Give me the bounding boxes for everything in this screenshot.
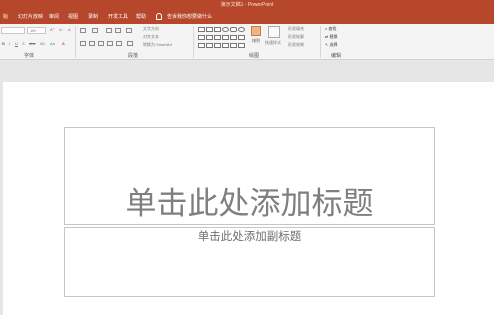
replace-label: 替换 (329, 34, 338, 39)
tab-developer[interactable]: 开发工具 (108, 11, 128, 24)
ribbon-tabs: 始 幻灯片放映 审阅 视图 录制 开发工具 帮助 告诉我你想要做什么 (0, 11, 494, 24)
line-shape-icon[interactable] (206, 27, 213, 32)
group-label-font: 字体 (24, 53, 35, 59)
title-placeholder[interactable]: 单击此处添加标题 (64, 127, 435, 225)
brace-shape-icon[interactable] (206, 43, 213, 48)
title-placeholder-text: 单击此处添加标题 (125, 186, 374, 221)
font-color-icon[interactable]: A (62, 41, 65, 47)
align-text-button[interactable]: 对齐文本 (143, 34, 159, 40)
shape-fill-button[interactable]: 形状填充 (288, 26, 304, 32)
align-center-icon[interactable] (89, 41, 95, 46)
ribbon: 18+ A⁺ A⁻ A B I U S abc AV Aa A 字体 文字方向 … (0, 24, 494, 60)
textbox-shape-icon[interactable] (198, 27, 205, 32)
text-direction-button[interactable]: 文字方向 (143, 26, 159, 32)
star-shape-icon[interactable] (238, 35, 245, 40)
group-separator (193, 26, 194, 58)
shape-outline-button[interactable]: 形状轮廓 (288, 34, 304, 40)
shrink-font-icon[interactable]: A⁻ (59, 27, 64, 33)
window-title: 演示文稿1 - PowerPoint (220, 2, 274, 8)
find-button[interactable]: ⌕ 查找 (325, 26, 336, 32)
oval-shape-icon[interactable] (222, 27, 229, 32)
grow-font-icon[interactable]: A⁺ (50, 27, 55, 33)
more-shapes-icon[interactable] (238, 43, 245, 48)
quick-styles-icon[interactable] (268, 26, 280, 38)
increase-indent-icon[interactable] (115, 28, 121, 33)
bold-icon[interactable]: B (2, 41, 5, 47)
bracket-shape-icon[interactable] (214, 43, 221, 48)
justify-icon[interactable] (107, 41, 113, 46)
arrange-button[interactable]: 排列 (252, 38, 260, 44)
clear-format-icon[interactable]: A (68, 27, 71, 33)
numbering-icon[interactable] (92, 28, 98, 33)
tell-me-box[interactable]: 告诉我你想要做什么 (156, 11, 212, 24)
callout-shape-icon[interactable] (198, 43, 205, 48)
select-label: 选择 (329, 42, 338, 47)
distributed-icon[interactable] (116, 41, 122, 46)
line-spacing-icon[interactable] (126, 28, 132, 33)
group-label-drawing: 绘图 (249, 53, 260, 59)
group-separator (320, 26, 321, 58)
group-label-editing: 编辑 (331, 53, 342, 59)
change-case-icon[interactable]: Aa (50, 41, 55, 47)
align-right-icon[interactable] (98, 41, 104, 46)
shape-effects-button[interactable]: 形状效果 (288, 42, 304, 48)
heart-shape-icon[interactable] (230, 43, 237, 48)
align-left-icon[interactable] (80, 41, 86, 46)
tab-record[interactable]: 录制 (88, 11, 98, 24)
strikethrough-icon[interactable]: abc (29, 41, 35, 47)
bullets-icon[interactable] (80, 28, 86, 33)
columns-icon[interactable] (127, 41, 133, 46)
select-button[interactable]: ↖ 选择 (325, 42, 337, 48)
circle-shape-icon[interactable] (238, 27, 245, 32)
tab-slideshow[interactable]: 幻灯片放映 (18, 11, 43, 24)
arrow-shape-icon[interactable] (206, 35, 213, 40)
font-name-field[interactable] (1, 27, 25, 34)
rectangle-shape-icon[interactable] (214, 27, 221, 32)
tell-me-text: 告诉我你想要做什么 (167, 14, 213, 20)
tab-view[interactable]: 视图 (68, 11, 78, 24)
font-size-field[interactable]: 18+ (27, 27, 46, 34)
char-spacing-icon[interactable]: AV (40, 41, 45, 47)
shadow-icon[interactable]: S (22, 41, 25, 47)
decrease-indent-icon[interactable] (106, 28, 112, 33)
group-separator (75, 26, 76, 58)
subtitle-placeholder[interactable]: 单击此处添加副标题 (64, 227, 435, 297)
title-bar: 演示文稿1 - PowerPoint (0, 0, 494, 11)
subtitle-placeholder-text: 单击此处添加副标题 (197, 231, 302, 243)
tab-review[interactable]: 审阅 (49, 11, 59, 24)
quick-styles-button[interactable]: 快速样式 (265, 40, 281, 46)
triangle-shape-icon[interactable] (198, 35, 205, 40)
replace-button[interactable]: ⇄ 替换 (325, 34, 337, 40)
curve-shape-icon[interactable] (222, 35, 229, 40)
block-arrow-icon[interactable] (230, 35, 237, 40)
italic-icon[interactable]: I (9, 41, 10, 47)
find-label: 查找 (328, 26, 337, 31)
arrange-icon[interactable] (251, 26, 261, 36)
flowchart-shape-icon[interactable] (222, 43, 229, 48)
connector-shape-icon[interactable] (214, 35, 221, 40)
smartart-button[interactable]: 转换为 SmartArt (143, 42, 172, 48)
rounded-rect-icon[interactable] (230, 27, 237, 32)
group-label-paragraph: 段落 (128, 53, 139, 59)
underline-icon[interactable]: U (15, 41, 18, 47)
tab-home[interactable]: 始 (3, 11, 8, 24)
lightbulb-icon (156, 13, 162, 21)
tab-help[interactable]: 帮助 (136, 11, 146, 24)
